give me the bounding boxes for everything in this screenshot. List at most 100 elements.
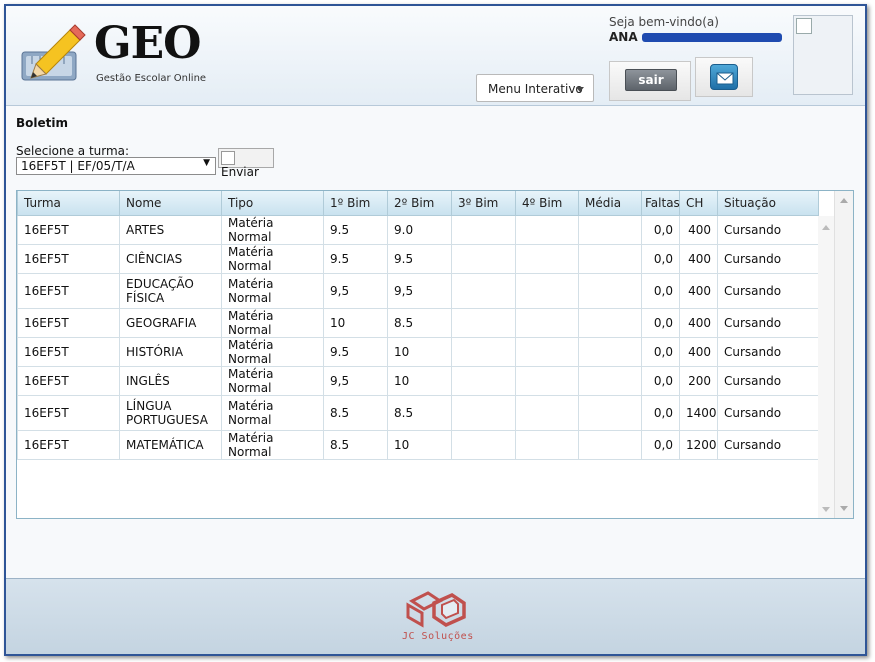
table-row: 16EF5T CIÊNCIAS Matéria Normal 9.5 9.5 0…: [17, 243, 819, 274]
cell-media: [578, 394, 642, 431]
menu-interativo-dropdown[interactable]: Menu Interativo: [476, 74, 594, 102]
logout-button[interactable]: sair: [625, 69, 677, 91]
scroll-down-icon[interactable]: [840, 506, 848, 511]
cell-bim1: 9.5: [323, 214, 388, 245]
cell-bim3: [451, 429, 516, 460]
cell-situacao: Cursando: [717, 272, 819, 309]
cell-nome: MATEMÁTICA: [119, 429, 222, 460]
menu-dropdown-label: Menu Interativo: [488, 82, 583, 96]
column-header-tipo[interactable]: Tipo: [221, 191, 324, 216]
cell-bim4: [515, 214, 579, 245]
column-header-situacao[interactable]: Situação: [717, 191, 819, 216]
cell-turma: 16EF5T: [17, 336, 120, 367]
cell-bim1: 9.5: [323, 243, 388, 274]
cell-faltas: 0,0: [641, 307, 680, 338]
cell-bim1: 8.5: [323, 429, 388, 460]
cell-bim2: 10: [387, 365, 452, 396]
cell-media: [578, 429, 642, 460]
user-first-name: ANA: [609, 30, 638, 44]
table-row: 16EF5T LÍNGUA PORTUGUESA Matéria Normal …: [17, 394, 819, 431]
app-logo-subtitle: Gestão Escolar Online: [96, 73, 207, 84]
cell-situacao: Cursando: [717, 394, 819, 431]
cell-turma: 16EF5T: [17, 214, 120, 245]
dropdown-caret-icon: ▼: [203, 158, 210, 168]
table-row: 16EF5T EDUCAÇÃO FÍSICA Matéria Normal 9,…: [17, 272, 819, 309]
mail-button[interactable]: [710, 64, 738, 90]
cell-situacao: Cursando: [717, 429, 819, 460]
cell-bim4: [515, 243, 579, 274]
cell-tipo: Matéria Normal: [221, 336, 324, 367]
column-header-bim2[interactable]: 2º Bim: [387, 191, 452, 216]
cell-bim4: [515, 307, 579, 338]
cell-bim3: [451, 243, 516, 274]
scroll-up-icon[interactable]: [822, 225, 830, 230]
cell-nome: EDUCAÇÃO FÍSICA: [119, 272, 222, 309]
cell-bim2: 8.5: [387, 394, 452, 431]
cell-ch: 400: [679, 307, 718, 338]
cell-situacao: Cursando: [717, 365, 819, 396]
cell-bim4: [515, 429, 579, 460]
scroll-down-icon[interactable]: [822, 507, 830, 512]
column-header-faltas[interactable]: Faltas: [641, 191, 680, 216]
column-header-ch[interactable]: CH: [679, 191, 718, 216]
cell-bim3: [451, 365, 516, 396]
cell-bim1: 9.5: [323, 336, 388, 367]
scroll-up-icon[interactable]: [840, 198, 848, 203]
turma-select[interactable]: 16EF5T | EF/05/T/A ▼: [16, 157, 216, 175]
pencil-logo-icon: [21, 24, 86, 81]
user-photo: [793, 15, 853, 95]
turma-select-label: Selecione a turma:: [16, 144, 130, 158]
cell-media: [578, 243, 642, 274]
cell-bim1: 9,5: [323, 365, 388, 396]
cell-situacao: Cursando: [717, 243, 819, 274]
outer-scrollbar[interactable]: [834, 191, 853, 518]
cell-turma: 16EF5T: [17, 272, 120, 309]
table-header-row: Turma Nome Tipo 1º Bim 2º Bim 3º Bim 4º …: [17, 191, 819, 216]
cell-tipo: Matéria Normal: [221, 394, 324, 431]
cell-tipo: Matéria Normal: [221, 429, 324, 460]
column-header-turma[interactable]: Turma: [17, 191, 120, 216]
cell-faltas: 0,0: [641, 394, 680, 431]
inner-scrollbar[interactable]: [818, 216, 835, 518]
cell-turma: 16EF5T: [17, 429, 120, 460]
turma-selected-value: 16EF5T | EF/05/T/A: [21, 159, 135, 173]
cell-bim3: [451, 214, 516, 245]
cell-faltas: 0,0: [641, 336, 680, 367]
table-row: 16EF5T MATEMÁTICA Matéria Normal 8.5 10 …: [17, 429, 819, 460]
cell-faltas: 0,0: [641, 243, 680, 274]
cell-faltas: 0,0: [641, 365, 680, 396]
cell-turma: 16EF5T: [17, 365, 120, 396]
cell-media: [578, 336, 642, 367]
cell-tipo: Matéria Normal: [221, 307, 324, 338]
cell-turma: 16EF5T: [17, 243, 120, 274]
column-header-bim4[interactable]: 4º Bim: [515, 191, 579, 216]
footer: JC Soluções: [6, 578, 865, 654]
cell-bim1: 8.5: [323, 394, 388, 431]
column-header-media[interactable]: Média: [578, 191, 642, 216]
cell-situacao: Cursando: [717, 214, 819, 245]
page-title: Boletim: [16, 116, 68, 130]
cell-bim4: [515, 394, 579, 431]
mail-icon: [716, 72, 734, 85]
cell-bim4: [515, 336, 579, 367]
app-logo-title: GEO: [94, 18, 201, 69]
footer-brand: JC Soluções: [402, 631, 474, 642]
column-header-nome[interactable]: Nome: [119, 191, 222, 216]
cell-ch: 400: [679, 336, 718, 367]
cell-tipo: Matéria Normal: [221, 272, 324, 309]
cell-ch: 400: [679, 272, 718, 309]
cell-bim2: 10: [387, 336, 452, 367]
cell-media: [578, 272, 642, 309]
enviar-button[interactable]: Enviar: [218, 148, 274, 179]
cell-bim1: 9,5: [323, 272, 388, 309]
column-header-bim1[interactable]: 1º Bim: [323, 191, 388, 216]
column-header-bim3[interactable]: 3º Bim: [451, 191, 516, 216]
header: GEO Gestão Escolar Online Seja bem-vindo…: [6, 6, 865, 106]
cell-bim2: 9,5: [387, 272, 452, 309]
logout-area: sair: [609, 61, 691, 101]
cell-nome: INGLÊS: [119, 365, 222, 396]
cell-media: [578, 365, 642, 396]
app-window: GEO Gestão Escolar Online Seja bem-vindo…: [4, 4, 867, 656]
enviar-label: Enviar: [221, 165, 259, 179]
cell-ch: 400: [679, 214, 718, 245]
